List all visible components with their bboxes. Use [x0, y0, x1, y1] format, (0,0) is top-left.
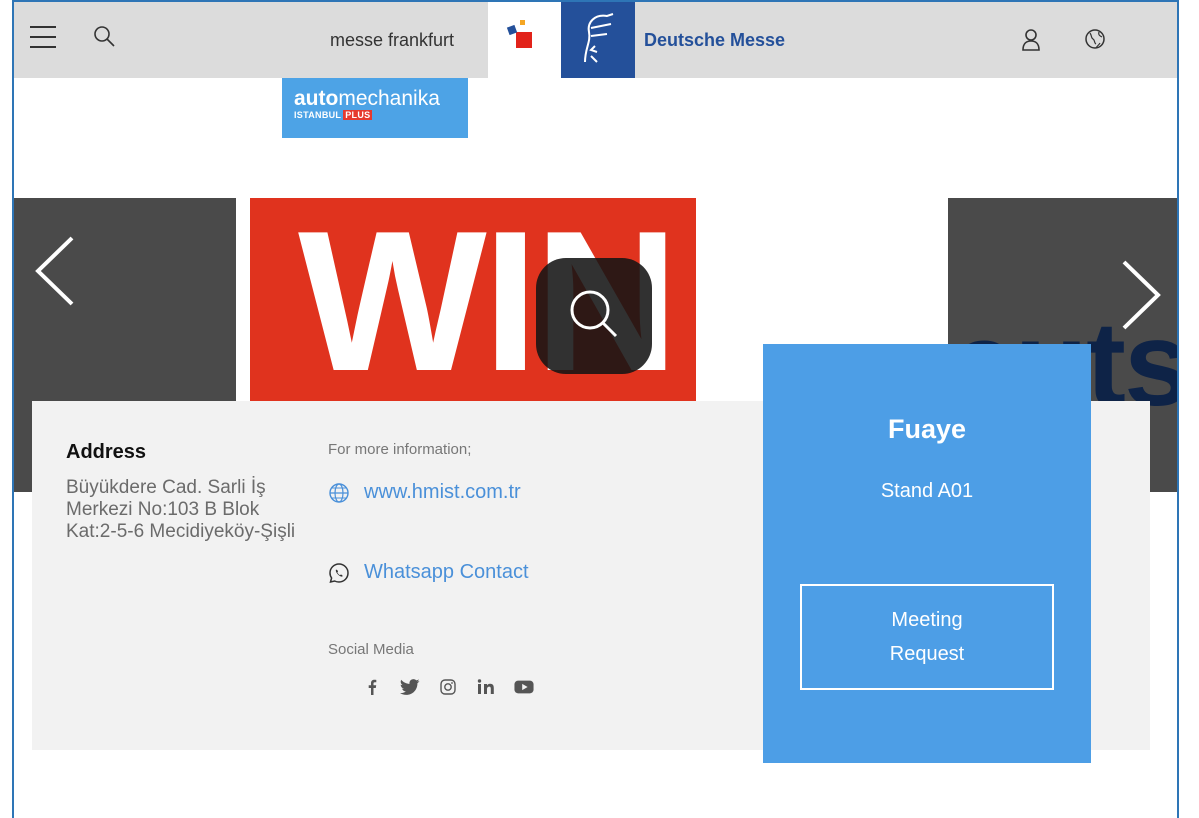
instagram-icon[interactable]	[438, 677, 458, 697]
top-bar: messe frankfurt Deutsche Messe	[14, 2, 1177, 78]
hall-name: Fuaye	[887, 414, 967, 444]
website-link[interactable]: www.hmist.com.tr	[364, 481, 521, 504]
logo-main-text: automechanika	[294, 87, 440, 110]
chevron-left-icon[interactable]	[32, 234, 78, 308]
menu-icon[interactable]	[30, 26, 56, 48]
meeting-request-button[interactable]: Meeting Request	[800, 584, 1054, 690]
address-text: Büyükdere Cad. Sarli İş Merkezi No:103 B…	[66, 477, 296, 542]
messe-frankfurt-label[interactable]: messe frankfurt	[330, 30, 454, 51]
logo-sub-text: ISTANBUL PLUS	[294, 110, 373, 120]
page-frame: messe frankfurt Deutsche Messe automecha…	[12, 0, 1179, 818]
magnifier-icon	[570, 290, 618, 338]
whatsapp-link[interactable]: Whatsapp Contact	[364, 561, 529, 584]
automechanika-logo[interactable]: automechanika ISTANBUL PLUS	[282, 78, 468, 138]
twitter-icon[interactable]	[400, 677, 420, 697]
messe-frankfurt-logo[interactable]	[488, 2, 561, 78]
deutsche-messe-label[interactable]: Deutsche Messe	[644, 30, 785, 51]
linkedin-icon[interactable]	[476, 677, 496, 697]
stand-number: Stand A01	[880, 480, 974, 502]
chevron-right-icon[interactable]	[1118, 258, 1164, 332]
address-heading: Address	[66, 441, 147, 463]
globe-icon[interactable]	[1082, 26, 1108, 52]
social-media-label: Social Media	[328, 641, 414, 658]
website-link-row[interactable]: www.hmist.com.tr	[328, 481, 521, 504]
search-icon[interactable]	[92, 24, 118, 50]
youtube-icon[interactable]	[514, 677, 534, 697]
social-icons	[362, 677, 534, 697]
stand-info-card: Fuaye Stand A01 Meeting Request	[763, 344, 1091, 763]
deutsche-messe-logo[interactable]	[561, 2, 635, 78]
whatsapp-icon	[329, 562, 349, 583]
more-info-label: For more information;	[328, 441, 472, 458]
user-icon[interactable]	[1018, 26, 1044, 52]
web-globe-icon	[329, 482, 349, 503]
whatsapp-link-row[interactable]: Whatsapp Contact	[328, 561, 529, 584]
facebook-icon[interactable]	[362, 677, 382, 697]
zoom-button[interactable]	[536, 258, 652, 374]
